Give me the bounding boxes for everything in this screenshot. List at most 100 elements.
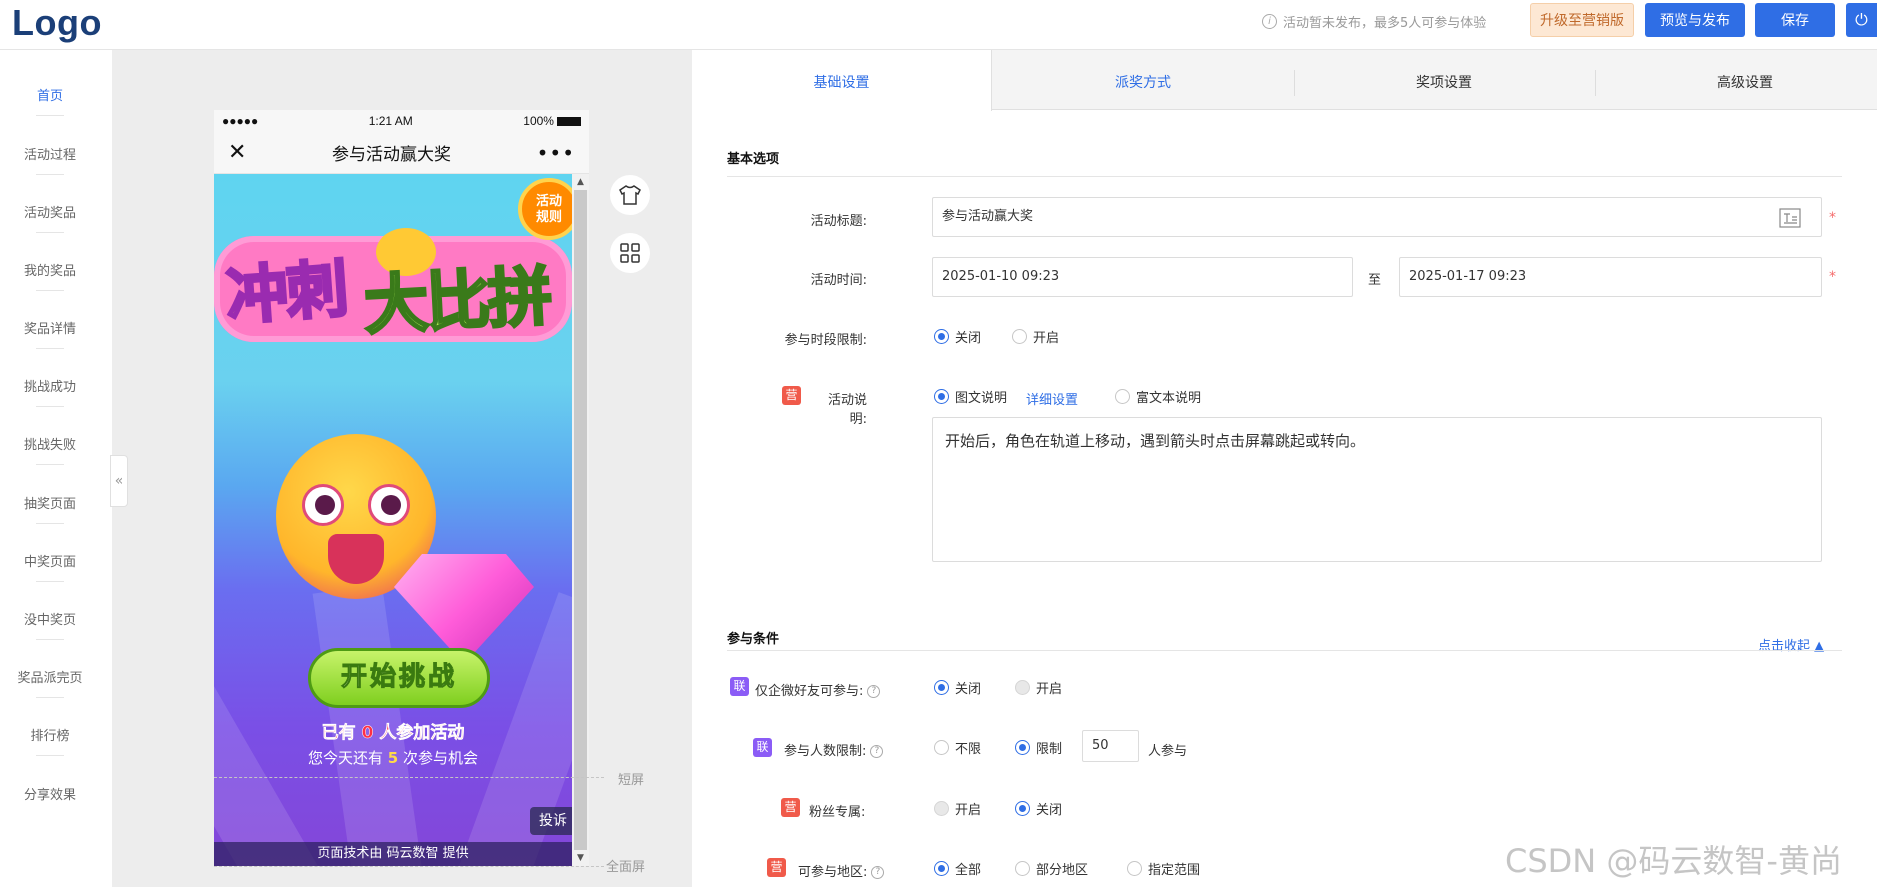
marketing-tag: 营 <box>782 386 801 405</box>
power-icon[interactable]: ⏻ <box>1846 3 1877 37</box>
sidebar-item[interactable]: 首页 <box>0 85 100 104</box>
wechat-on-radio[interactable]: 开启 <box>1015 678 1062 697</box>
collapse-link[interactable]: 点击收起 ▲ <box>1758 635 1824 654</box>
sidebar-item[interactable]: 活动过程 <box>0 144 100 163</box>
count-suffix: 人参与 <box>1148 744 1188 759</box>
sidebar-item[interactable]: 活动奖品 <box>0 202 100 221</box>
fans-off-radio[interactable]: 关闭 <box>1015 799 1062 818</box>
region-range-radio[interactable]: 指定范围 <box>1127 859 1200 878</box>
short-screen-marker: 短屏 <box>618 773 645 788</box>
text-template-icon[interactable] <box>1779 208 1801 228</box>
status-time: 1:21 AM <box>368 114 413 128</box>
upgrade-button[interactable]: 升级至营销版 <box>1530 3 1634 37</box>
fans-only-label: 粉丝专属: <box>809 805 866 820</box>
sidebar-item[interactable]: 排行榜 <box>0 725 100 744</box>
description-textarea[interactable]: 开始后，角色在轨道上移动，遇到箭头时点击屏幕跳起或转向。 <box>932 417 1822 562</box>
sidebar-divider <box>36 348 64 349</box>
mascot-eye <box>368 484 410 526</box>
count-unlimited-radio[interactable]: 不限 <box>934 738 981 757</box>
phone-preview: ●●●●● 1:21 AM 100% ✕ 参与活动赢大奖 ••• 冲刺 大比拼 … <box>214 110 589 866</box>
section-divider <box>727 176 1842 177</box>
conditions-section-title: 参与条件 <box>727 632 780 647</box>
desc-rich-text-radio[interactable]: 富文本说明 <box>1115 387 1201 406</box>
full-screen-line <box>214 866 604 867</box>
mascot-eye <box>302 484 344 526</box>
title-input[interactable]: 参与活动赢大奖 <box>932 197 1822 237</box>
tab-prize[interactable]: 奖项设置 <box>1294 50 1594 110</box>
detail-settings-link[interactable]: 详细设置 <box>1026 389 1078 408</box>
sidebar-item[interactable]: 分享效果 <box>0 784 100 803</box>
wechat-off-radio[interactable]: 关闭 <box>934 678 981 697</box>
layout-tool[interactable] <box>610 233 650 273</box>
sidebar-item[interactable]: 挑战失败 <box>0 434 100 453</box>
game-title-a: 冲刺 <box>222 250 350 334</box>
game-title-b: 大比拼 <box>361 259 554 346</box>
sidebar-divider <box>36 523 64 524</box>
tech-credit: 页面技术由 码云数智 提供 <box>214 842 572 866</box>
count-limit-label: 参与人数限制:? <box>784 740 884 759</box>
publish-notice-text: 活动暂未发布，最多5人可参与体验 <box>1283 16 1487 31</box>
phone-scrollbar[interactable]: ▲ ▼ <box>572 174 589 866</box>
sidebar-item[interactable]: 中奖页面 <box>0 551 100 570</box>
sidebar-item[interactable]: 抽奖页面 <box>0 493 100 512</box>
battery-icon <box>556 117 581 127</box>
tab-advanced[interactable]: 高级设置 <box>1595 50 1877 110</box>
section-divider <box>727 650 1842 651</box>
phone-nav-bar: ✕ 参与活动赢大奖 ••• <box>214 132 589 174</box>
time-separator: 至 <box>1368 273 1382 288</box>
period-off-radio[interactable]: 关闭 <box>934 327 981 346</box>
scroll-thumb[interactable] <box>574 190 587 850</box>
top-header: Logo i 活动暂未发布，最多5人可参与体验 升级至营销版 预览与发布 保存 … <box>0 0 1877 50</box>
sidebar-item[interactable]: 奖品派完页 <box>0 667 100 686</box>
desc-label: 活动说明: <box>827 393 867 427</box>
sidebar-item[interactable]: 没中奖页 <box>0 609 100 628</box>
basic-section-title: 基本选项 <box>727 152 780 167</box>
start-time-input[interactable]: 2025-01-10 09:23 <box>932 257 1353 297</box>
more-icon[interactable]: ••• <box>537 141 575 165</box>
period-label: 参与时段限制: <box>784 333 867 348</box>
phone-status-bar: ●●●●● 1:21 AM 100% <box>214 110 589 132</box>
help-icon: ? <box>867 685 881 698</box>
report-button[interactable]: 投诉 <box>530 807 572 835</box>
skin-tool[interactable] <box>610 175 650 215</box>
page-sidebar: 首页活动过程活动奖品我的奖品奖品详情挑战成功挑战失败抽奖页面中奖页面没中奖页奖品… <box>0 50 112 887</box>
region-partial-radio[interactable]: 部分地区 <box>1015 859 1088 878</box>
sidebar-divider <box>36 290 64 291</box>
save-button[interactable]: 保存 <box>1755 3 1835 37</box>
sidebar-item[interactable]: 挑战成功 <box>0 376 100 395</box>
mascot-mouth <box>328 534 384 584</box>
fans-on-radio[interactable]: 开启 <box>934 799 981 818</box>
count-tag: 联 <box>753 738 772 757</box>
wechat-tag: 联 <box>730 677 749 696</box>
sidebar-divider <box>36 755 64 756</box>
end-time-input[interactable]: 2025-01-17 09:23 <box>1399 257 1822 297</box>
sidebar-item[interactable]: 我的奖品 <box>0 260 100 279</box>
help-icon: ? <box>871 866 885 879</box>
full-screen-marker: 全面屏 <box>606 860 646 875</box>
csdn-watermark: CSDN @码云数智-黄尚 <box>1505 842 1842 880</box>
participants-count: 已有 0 人参加活动 <box>321 723 465 744</box>
start-challenge-button[interactable]: 开始挑战 <box>308 648 490 708</box>
battery-indicator: 100% <box>523 114 581 128</box>
count-limit-input[interactable]: 50 <box>1082 730 1139 762</box>
help-icon: ? <box>870 745 884 758</box>
scroll-down-icon[interactable]: ▼ <box>572 850 589 866</box>
period-on-radio[interactable]: 开启 <box>1012 327 1059 346</box>
sidebar-item[interactable]: 奖品详情 <box>0 318 100 337</box>
collapse-sidebar-icon[interactable]: « <box>110 455 128 507</box>
tab-basic[interactable]: 基础设置 <box>692 50 992 111</box>
desc-rich-graphic-radio[interactable]: 图文说明 <box>934 387 1007 406</box>
count-limited-radio[interactable]: 限制 <box>1015 738 1062 757</box>
sidebar-divider <box>36 174 64 175</box>
region-all-radio[interactable]: 全部 <box>934 859 981 878</box>
game-poster[interactable]: 冲刺 大比拼 活动 规则 开始挑战 已有 0 人参加活动 您今天还有 5 次参与机… <box>214 174 572 866</box>
preview-publish-button[interactable]: 预览与发布 <box>1645 3 1745 37</box>
tab-award-method[interactable]: 派奖方式 <box>993 50 1293 110</box>
grid-icon <box>620 243 640 263</box>
close-icon[interactable]: ✕ <box>228 140 246 165</box>
scroll-up-icon[interactable]: ▲ <box>572 174 589 190</box>
rules-badge[interactable]: 活动 规则 <box>518 178 572 240</box>
shirt-icon <box>619 185 641 205</box>
settings-tabs: 基础设置 派奖方式 奖项设置 高级设置 <box>692 50 1877 111</box>
required-mark: * <box>1829 210 1836 226</box>
